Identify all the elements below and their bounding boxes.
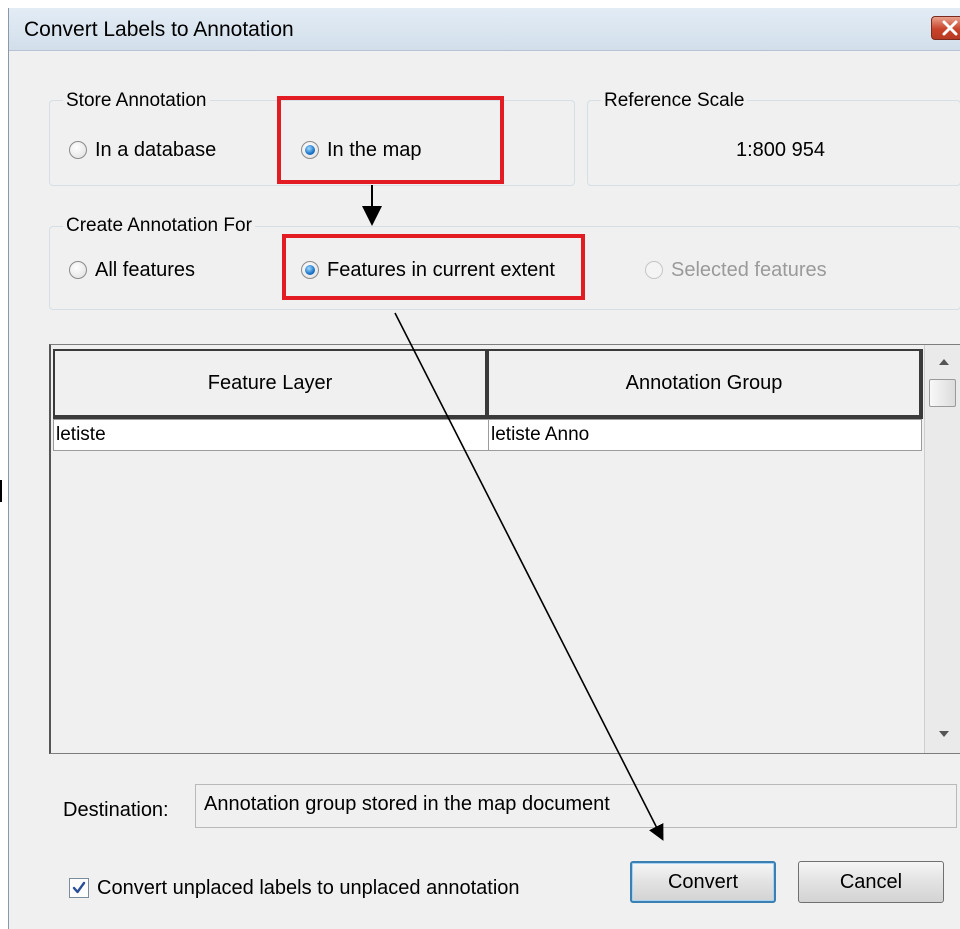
arrow-up-icon	[938, 359, 949, 365]
radio-selected-features: Selected features	[645, 257, 827, 283]
radio-all-features[interactable]: All features	[69, 257, 195, 283]
column-header-label: Annotation Group	[625, 371, 783, 394]
radio-button[interactable]	[69, 261, 87, 279]
convert-button-label: Convert	[667, 870, 739, 893]
create-annotation-label: Create Annotation For	[63, 215, 255, 237]
table-cell-annotation-group[interactable]: letiste Anno	[488, 419, 922, 451]
destination-label: Destination:	[63, 799, 169, 821]
arrow-down-icon	[938, 731, 949, 737]
column-header-feature-layer[interactable]: Feature Layer	[53, 349, 489, 419]
highlight-box-current-extent	[282, 234, 585, 300]
convert-unplaced-checkbox-row[interactable]: Convert unplaced labels to unplaced anno…	[69, 875, 520, 901]
cancel-button[interactable]: Cancel	[798, 861, 944, 903]
checkmark-icon	[72, 881, 86, 894]
layer-table[interactable]: Feature Layer Annotation Group letiste l…	[49, 344, 960, 754]
radio-button-disabled	[645, 261, 663, 279]
cancel-button-label: Cancel	[839, 870, 903, 893]
column-header-annotation-group[interactable]: Annotation Group	[487, 349, 923, 419]
convert-button[interactable]: Convert	[630, 861, 776, 903]
table-cell-feature-layer[interactable]: letiste	[53, 419, 489, 451]
radio-selected-features-label: Selected features	[671, 258, 827, 281]
convert-labels-dialog: Convert Labels to Annotation Store Annot…	[8, 8, 960, 929]
title-bar[interactable]: Convert Labels to Annotation	[9, 8, 960, 51]
column-header-label: Feature Layer	[207, 371, 333, 394]
convert-unplaced-label: Convert unplaced labels to unplaced anno…	[97, 876, 520, 899]
store-annotation-label: Store Annotation	[63, 90, 210, 112]
close-button[interactable]	[931, 16, 960, 40]
radio-button[interactable]	[69, 141, 87, 159]
scroll-thumb[interactable]	[929, 379, 956, 407]
edge-marker	[0, 480, 2, 502]
highlight-box-in-map	[277, 96, 504, 184]
radio-all-features-label: All features	[95, 258, 196, 281]
vertical-scrollbar[interactable]	[924, 345, 960, 753]
close-x-icon	[942, 20, 958, 36]
reference-scale-value: 1:800 954	[736, 139, 825, 161]
convert-unplaced-checkbox[interactable]	[69, 878, 89, 898]
radio-in-database-label: In a database	[95, 138, 217, 161]
destination-field: Annotation group stored in the map docum…	[195, 784, 957, 828]
radio-in-database[interactable]: In a database	[69, 137, 216, 163]
reference-scale-label: Reference Scale	[601, 90, 748, 112]
window-title: Convert Labels to Annotation	[24, 18, 294, 41]
scroll-up-button[interactable]	[925, 349, 960, 375]
scroll-down-button[interactable]	[925, 721, 960, 747]
